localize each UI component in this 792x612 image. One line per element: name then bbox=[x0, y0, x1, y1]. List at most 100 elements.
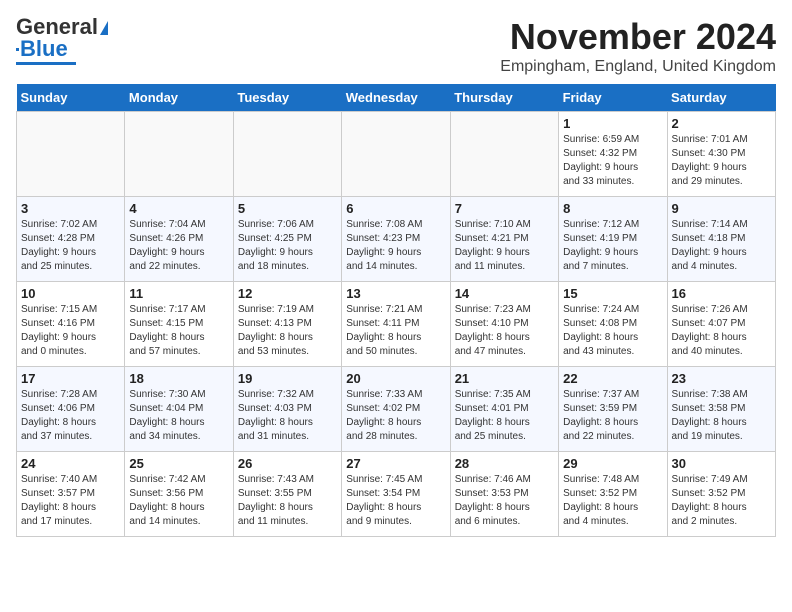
day-number: 24 bbox=[21, 456, 120, 471]
calendar-cell: 14 Sunrise: 7:23 AM Sunset: 4:10 PM Dayli… bbox=[450, 282, 558, 367]
day-number: 30 bbox=[672, 456, 771, 471]
day-number: 21 bbox=[455, 371, 554, 386]
logo: General Blue bbox=[16, 16, 109, 65]
col-wednesday: Wednesday bbox=[342, 84, 450, 112]
day-number: 15 bbox=[563, 286, 662, 301]
day-info: Sunrise: 7:43 AM Sunset: 3:55 PM Dayligh… bbox=[238, 473, 337, 529]
day-info: Sunrise: 7:21 AM Sunset: 4:11 PM Dayligh… bbox=[346, 303, 445, 359]
title-block: November 2024 Empingham, England, United… bbox=[500, 16, 776, 76]
calendar-cell bbox=[125, 112, 233, 197]
day-number: 19 bbox=[238, 371, 337, 386]
day-number: 29 bbox=[563, 456, 662, 471]
calendar-cell: 4 Sunrise: 7:04 AM Sunset: 4:26 PM Daylig… bbox=[125, 197, 233, 282]
day-number: 25 bbox=[129, 456, 228, 471]
calendar-cell: 29 Sunrise: 7:48 AM Sunset: 3:52 PM Dayli… bbox=[559, 452, 667, 537]
day-info: Sunrise: 7:45 AM Sunset: 3:54 PM Dayligh… bbox=[346, 473, 445, 529]
calendar-cell: 18Sunrise: 7:30 AM Sunset: 4:04 PM Dayli… bbox=[125, 367, 233, 452]
day-number: 4 bbox=[129, 201, 228, 216]
day-info: Sunrise: 7:42 AM Sunset: 3:56 PM Dayligh… bbox=[129, 473, 228, 529]
logo-text: General bbox=[16, 16, 109, 38]
calendar-cell: 24 Sunrise: 7:40 AM Sunset: 3:57 PM Dayli… bbox=[17, 452, 125, 537]
logo-triangle-icon bbox=[100, 21, 108, 35]
calendar-cell: 22 Sunrise: 7:37 AM Sunset: 3:59 PM Dayli… bbox=[559, 367, 667, 452]
day-info: Sunrise: 7:04 AM Sunset: 4:26 PM Dayligh… bbox=[129, 218, 228, 274]
day-number: 17 bbox=[21, 371, 120, 386]
day-number: 13 bbox=[346, 286, 445, 301]
calendar-cell: 9 Sunrise: 7:14 AM Sunset: 4:18 PM Daylig… bbox=[667, 197, 775, 282]
day-number: 7 bbox=[455, 201, 554, 216]
day-number: 27 bbox=[346, 456, 445, 471]
day-info: Sunrise: 7:37 AM Sunset: 3:59 PM Dayligh… bbox=[563, 388, 662, 444]
calendar-week-5: 24 Sunrise: 7:40 AM Sunset: 3:57 PM Dayli… bbox=[17, 452, 776, 537]
day-number: 22 bbox=[563, 371, 662, 386]
day-info: Sunrise: 7:15 AM Sunset: 4:16 PM Dayligh… bbox=[21, 303, 120, 359]
calendar-cell: 1 Sunrise: 6:59 AM Sunset: 4:32 PM Daylig… bbox=[559, 112, 667, 197]
calendar-cell: 8Sunrise: 7:12 AM Sunset: 4:19 PM Daylig… bbox=[559, 197, 667, 282]
day-number: 10 bbox=[21, 286, 120, 301]
day-info: Sunrise: 7:24 AM Sunset: 4:08 PM Dayligh… bbox=[563, 303, 662, 359]
col-monday: Monday bbox=[125, 84, 233, 112]
calendar-cell: 2Sunrise: 7:01 AM Sunset: 4:30 PM Daylig… bbox=[667, 112, 775, 197]
day-number: 9 bbox=[672, 201, 771, 216]
day-info: Sunrise: 7:49 AM Sunset: 3:52 PM Dayligh… bbox=[672, 473, 771, 529]
calendar-week-4: 17 Sunrise: 7:28 AM Sunset: 4:06 PM Dayli… bbox=[17, 367, 776, 452]
logo-blue: Blue bbox=[20, 38, 68, 60]
day-number: 16 bbox=[672, 286, 771, 301]
calendar-cell: 19 Sunrise: 7:32 AM Sunset: 4:03 PM Dayli… bbox=[233, 367, 341, 452]
calendar-table: Sunday Monday Tuesday Wednesday Thursday… bbox=[16, 84, 776, 537]
calendar-cell: 3 Sunrise: 7:02 AM Sunset: 4:28 PM Daylig… bbox=[17, 197, 125, 282]
calendar-cell: 26 Sunrise: 7:43 AM Sunset: 3:55 PM Dayli… bbox=[233, 452, 341, 537]
day-info: Sunrise: 7:32 AM Sunset: 4:03 PM Dayligh… bbox=[238, 388, 337, 444]
day-info: Sunrise: 7:35 AM Sunset: 4:01 PM Dayligh… bbox=[455, 388, 554, 444]
day-info: Sunrise: 7:17 AM Sunset: 4:15 PM Dayligh… bbox=[129, 303, 228, 359]
day-info: Sunrise: 7:48 AM Sunset: 3:52 PM Dayligh… bbox=[563, 473, 662, 529]
day-info: Sunrise: 7:33 AM Sunset: 4:02 PM Dayligh… bbox=[346, 388, 445, 444]
calendar-cell: 30 Sunrise: 7:49 AM Sunset: 3:52 PM Dayli… bbox=[667, 452, 775, 537]
day-info: Sunrise: 7:02 AM Sunset: 4:28 PM Dayligh… bbox=[21, 218, 120, 274]
calendar-cell bbox=[17, 112, 125, 197]
calendar-cell: 28 Sunrise: 7:46 AM Sunset: 3:53 PM Dayli… bbox=[450, 452, 558, 537]
day-number: 23 bbox=[672, 371, 771, 386]
calendar-cell: 13 Sunrise: 7:21 AM Sunset: 4:11 PM Dayli… bbox=[342, 282, 450, 367]
day-number: 28 bbox=[455, 456, 554, 471]
day-info: Sunrise: 6:59 AM Sunset: 4:32 PM Dayligh… bbox=[563, 133, 662, 189]
day-info: Sunrise: 7:08 AM Sunset: 4:23 PM Dayligh… bbox=[346, 218, 445, 274]
day-info: Sunrise: 7:14 AM Sunset: 4:18 PM Dayligh… bbox=[672, 218, 771, 274]
calendar-cell: 20 Sunrise: 7:33 AM Sunset: 4:02 PM Dayli… bbox=[342, 367, 450, 452]
day-info: Sunrise: 7:23 AM Sunset: 4:10 PM Dayligh… bbox=[455, 303, 554, 359]
calendar-cell: 25 Sunrise: 7:42 AM Sunset: 3:56 PM Dayli… bbox=[125, 452, 233, 537]
calendar-cell: 17 Sunrise: 7:28 AM Sunset: 4:06 PM Dayli… bbox=[17, 367, 125, 452]
col-sunday: Sunday bbox=[17, 84, 125, 112]
day-info: Sunrise: 7:06 AM Sunset: 4:25 PM Dayligh… bbox=[238, 218, 337, 274]
location-subtitle: Empingham, England, United Kingdom bbox=[500, 58, 776, 76]
calendar-cell: 5 Sunrise: 7:06 AM Sunset: 4:25 PM Daylig… bbox=[233, 197, 341, 282]
day-info: Sunrise: 7:38 AM Sunset: 3:58 PM Dayligh… bbox=[672, 388, 771, 444]
logo-dot bbox=[16, 48, 19, 51]
calendar-week-1: 1 Sunrise: 6:59 AM Sunset: 4:32 PM Daylig… bbox=[17, 112, 776, 197]
day-number: 5 bbox=[238, 201, 337, 216]
page-header: General Blue November 2024 Empingham, En… bbox=[16, 16, 776, 76]
col-tuesday: Tuesday bbox=[233, 84, 341, 112]
calendar-cell: 15 Sunrise: 7:24 AM Sunset: 4:08 PM Dayli… bbox=[559, 282, 667, 367]
day-number: 2 bbox=[672, 116, 771, 131]
logo-underline bbox=[16, 62, 76, 65]
day-info: Sunrise: 7:40 AM Sunset: 3:57 PM Dayligh… bbox=[21, 473, 120, 529]
calendar-week-2: 3 Sunrise: 7:02 AM Sunset: 4:28 PM Daylig… bbox=[17, 197, 776, 282]
calendar-cell: 12Sunrise: 7:19 AM Sunset: 4:13 PM Dayli… bbox=[233, 282, 341, 367]
col-saturday: Saturday bbox=[667, 84, 775, 112]
day-number: 1 bbox=[563, 116, 662, 131]
day-number: 26 bbox=[238, 456, 337, 471]
day-info: Sunrise: 7:26 AM Sunset: 4:07 PM Dayligh… bbox=[672, 303, 771, 359]
calendar-cell: 10 Sunrise: 7:15 AM Sunset: 4:16 PM Dayli… bbox=[17, 282, 125, 367]
day-info: Sunrise: 7:46 AM Sunset: 3:53 PM Dayligh… bbox=[455, 473, 554, 529]
day-number: 12 bbox=[238, 286, 337, 301]
col-thursday: Thursday bbox=[450, 84, 558, 112]
calendar-cell bbox=[342, 112, 450, 197]
day-info: Sunrise: 7:28 AM Sunset: 4:06 PM Dayligh… bbox=[21, 388, 120, 444]
day-number: 3 bbox=[21, 201, 120, 216]
calendar-week-3: 10 Sunrise: 7:15 AM Sunset: 4:16 PM Dayli… bbox=[17, 282, 776, 367]
calendar-cell: 7Sunrise: 7:10 AM Sunset: 4:21 PM Daylig… bbox=[450, 197, 558, 282]
calendar-cell: 23 Sunrise: 7:38 AM Sunset: 3:58 PM Dayli… bbox=[667, 367, 775, 452]
day-number: 14 bbox=[455, 286, 554, 301]
day-number: 20 bbox=[346, 371, 445, 386]
